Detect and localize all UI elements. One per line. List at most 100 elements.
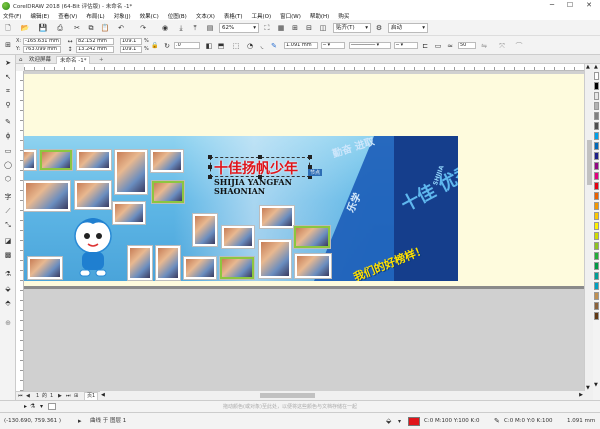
export-icon[interactable]: ⤒ xyxy=(190,23,200,33)
end-arrowhead-dropdown[interactable]: ─ ▾ xyxy=(394,42,418,49)
menu-text[interactable]: 文本(X) xyxy=(196,12,215,20)
artistic-media-icon[interactable]: ɸ xyxy=(3,131,13,141)
menu-table[interactable]: 表格(T) xyxy=(224,12,243,20)
palette-swatch[interactable] xyxy=(594,212,599,220)
palette-swatch[interactable] xyxy=(594,162,599,170)
open-folder-icon[interactable]: 📂 xyxy=(20,23,30,33)
polygon-tool-icon[interactable]: ⬡ xyxy=(3,174,13,184)
palette-swatch[interactable] xyxy=(594,232,599,240)
scroll-down-icon[interactable]: ▼ xyxy=(586,385,590,391)
play-icon[interactable]: ▸ xyxy=(78,413,82,429)
palette-swatch[interactable] xyxy=(594,182,599,190)
photo-frame[interactable] xyxy=(40,150,72,170)
shape-tool-icon[interactable]: ↖ xyxy=(3,72,13,82)
round-corner-icon[interactable]: ◟ xyxy=(258,41,266,51)
photo-frame[interactable] xyxy=(222,226,254,248)
eyedropper-icon[interactable]: ⚗ xyxy=(3,269,13,279)
start-arrowhead-dropdown[interactable]: ─ ▾ xyxy=(321,42,345,49)
photo-frame[interactable] xyxy=(259,240,291,278)
scale-y-field[interactable]: 109.1 xyxy=(120,46,142,53)
horizontal-scrollbar[interactable]: ◀ ▶ xyxy=(100,391,584,400)
scale-x-field[interactable]: 109.1 xyxy=(120,38,142,45)
palette-swatch[interactable] xyxy=(594,222,599,230)
menu-object[interactable]: 对象(J) xyxy=(114,12,131,20)
outline-width-field[interactable]: 1.091 mm xyxy=(284,42,318,49)
menu-edit[interactable]: 编辑(E) xyxy=(30,12,49,20)
menu-view[interactable]: 查看(V) xyxy=(58,12,77,20)
photo-frame[interactable] xyxy=(77,150,111,170)
new-document-icon[interactable]: 🗋 xyxy=(3,23,13,33)
selection-box[interactable] xyxy=(210,157,310,177)
add-tool-icon[interactable]: ⊕ xyxy=(3,318,13,328)
palette-swatch[interactable] xyxy=(594,302,599,310)
banner-artwork[interactable]: 十佳扬帆少年 SHIJIA YANGFAN SHAONIAN 节点 勤奋 进取 … xyxy=(24,136,458,281)
new-tab-button[interactable]: + xyxy=(96,56,107,64)
palette-up-icon[interactable]: ▲ xyxy=(594,64,598,70)
text-tool-icon[interactable]: 字 xyxy=(3,192,13,202)
connector-tool-icon[interactable]: ⤡ xyxy=(3,220,13,230)
snap-to-dropdown[interactable]: 贴齐(T) ▾ xyxy=(333,23,371,33)
mirror-horizontal-icon[interactable]: ◧ xyxy=(205,41,213,51)
menu-bitmaps[interactable]: 位图(B) xyxy=(168,12,187,20)
close-curve-icon[interactable]: ⊏ xyxy=(421,41,429,51)
photo-frame[interactable] xyxy=(295,254,331,278)
photo-frame[interactable] xyxy=(24,150,36,170)
show-grid-icon[interactable]: ⊞ xyxy=(290,23,300,33)
show-rulers-icon[interactable]: ▦ xyxy=(276,23,286,33)
photo-frame[interactable] xyxy=(294,226,330,248)
print-icon[interactable]: ⎙ xyxy=(55,23,65,33)
palette-swatch[interactable] xyxy=(594,172,599,180)
object-origin-icon[interactable]: ⊞ xyxy=(3,40,13,50)
photo-frame[interactable] xyxy=(156,246,180,280)
photo-frame[interactable] xyxy=(115,150,147,194)
x-position-field[interactable]: -165.631 mm xyxy=(23,38,61,45)
import-icon[interactable]: ⤓ xyxy=(176,23,186,33)
pick-tool-icon[interactable]: ➤ xyxy=(3,58,13,68)
vertical-scrollbar[interactable]: ▲ ▼ xyxy=(584,64,593,391)
palette-swatch[interactable] xyxy=(594,72,599,80)
interactive-fill-icon[interactable]: ⬙ xyxy=(3,284,13,294)
vertical-ruler[interactable] xyxy=(16,71,24,391)
palette-swatch[interactable] xyxy=(594,82,599,90)
full-screen-icon[interactable]: ⛶ xyxy=(262,23,272,33)
photo-frame[interactable] xyxy=(24,181,70,211)
photo-frame[interactable] xyxy=(28,257,62,279)
palette-swatch[interactable] xyxy=(594,102,599,110)
drop-shadow-icon[interactable]: ◪ xyxy=(3,236,13,246)
scroll-up-icon[interactable]: ▲ xyxy=(586,64,590,70)
rotation-angle-field[interactable]: .0 xyxy=(174,42,200,49)
palette-swatch[interactable] xyxy=(594,202,599,210)
photo-frame[interactable] xyxy=(260,206,294,228)
tab-welcome-screen[interactable]: 欢迎屏幕 xyxy=(26,56,54,64)
close-button[interactable]: ✕ xyxy=(582,0,596,11)
outline-pen-icon[interactable]: ✎ xyxy=(494,413,500,429)
fill-color-swatch[interactable] xyxy=(408,417,420,426)
palette-down-icon[interactable]: ▼ xyxy=(594,382,598,388)
search-content-icon[interactable]: ◉ xyxy=(160,23,170,33)
fill-bucket-icon[interactable]: ⬙ xyxy=(386,413,391,429)
palette-swatch[interactable] xyxy=(594,92,599,100)
show-guidelines-icon[interactable]: ⊟ xyxy=(304,23,314,33)
menu-effects[interactable]: 效果(C) xyxy=(140,12,159,20)
photo-frame[interactable] xyxy=(193,214,217,246)
palette-options-icon[interactable]: ▾ xyxy=(40,403,43,410)
palette-swatch[interactable] xyxy=(594,242,599,250)
photo-frame[interactable] xyxy=(184,257,216,279)
palette-swatch[interactable] xyxy=(594,152,599,160)
minimize-button[interactable]: ─ xyxy=(545,0,559,11)
selection-handle[interactable] xyxy=(208,175,212,179)
zoom-tool-icon[interactable]: ⚲ xyxy=(3,100,13,110)
selection-handle[interactable] xyxy=(258,155,262,159)
palette-swatch[interactable] xyxy=(594,272,599,280)
smoothing-icon[interactable]: ≈ xyxy=(446,41,454,51)
paste-icon[interactable]: 📋 xyxy=(100,23,110,33)
y-position-field[interactable]: 763.099 mm xyxy=(23,46,61,53)
palette-swatch[interactable] xyxy=(594,262,599,270)
palette-swatch[interactable] xyxy=(594,282,599,290)
freehand-tool-icon[interactable]: ✎ xyxy=(3,117,13,127)
horizontal-scroll-thumb[interactable] xyxy=(260,393,315,398)
copy-icon[interactable]: ⧉ xyxy=(86,23,96,33)
palette-swatch[interactable] xyxy=(594,292,599,300)
object-width-field[interactable]: 82.152 mm xyxy=(76,38,114,45)
cut-icon[interactable]: ✂ xyxy=(72,23,82,33)
